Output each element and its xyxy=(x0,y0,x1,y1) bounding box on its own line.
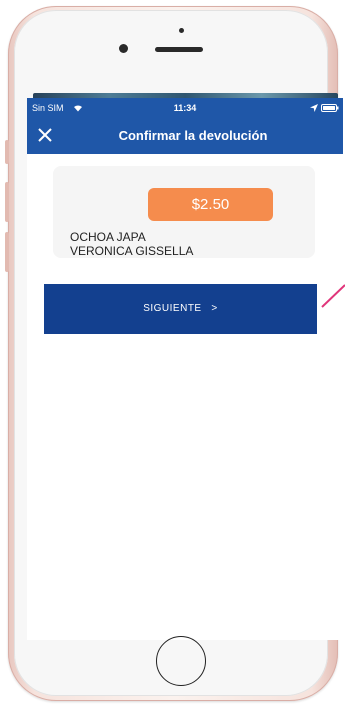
amount-badge: $2.50 xyxy=(148,188,273,221)
battery-icon xyxy=(321,104,339,112)
customer-name: OCHOA JAPA VERONICA GISSELLA xyxy=(70,230,310,256)
next-button[interactable]: SIGUIENTE > xyxy=(44,284,317,334)
volume-down-button xyxy=(5,232,9,272)
mute-switch xyxy=(5,140,9,164)
refund-summary-card: $2.50 OCHOA JAPA VERONICA GISSELLA xyxy=(53,166,315,258)
location-arrow-icon xyxy=(310,104,318,112)
device-frame-stage: Sin SIM 11:34 Confirmar la devolución $2… xyxy=(0,0,345,707)
customer-name-line-2: VERONICA GISSELLA xyxy=(70,244,194,256)
app-screen: Sin SIM 11:34 Confirmar la devolución $2… xyxy=(27,98,343,640)
customer-name-line-1: OCHOA JAPA xyxy=(70,230,146,244)
front-camera xyxy=(119,44,128,53)
annotation-pointer-line xyxy=(321,284,345,308)
status-bar: Sin SIM 11:34 xyxy=(27,98,343,118)
header-bar: Confirmar la devolución xyxy=(27,118,343,154)
page-title: Confirmar la devolución xyxy=(118,128,268,143)
earpiece-speaker xyxy=(155,47,203,52)
close-icon[interactable] xyxy=(37,127,53,143)
proximity-sensor xyxy=(179,28,184,33)
volume-up-button xyxy=(5,182,9,222)
status-time: 11:34 xyxy=(173,103,197,113)
home-button[interactable] xyxy=(156,636,206,686)
